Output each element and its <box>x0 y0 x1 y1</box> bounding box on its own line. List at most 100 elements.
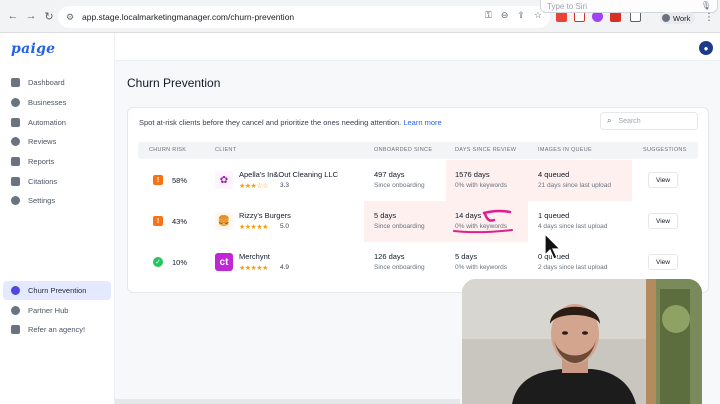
onboarded-days: 126 days <box>374 252 405 261</box>
churn-risk-value: 58% <box>172 176 188 185</box>
grid-icon <box>11 78 20 87</box>
star-rating-icon: ★★★☆☆ <box>239 183 268 190</box>
review-days: 1576 days <box>455 170 490 179</box>
sidebar: paige Dashboard Businesses Automation Re… <box>0 33 115 404</box>
site-info-icon[interactable]: ⚙ <box>64 11 76 23</box>
churn-risk-value: 43% <box>172 217 188 226</box>
map-pin-icon <box>11 177 20 186</box>
profile-avatar <box>662 14 670 22</box>
table-row[interactable]: ! 43% 🍔 Rizzy's Burgers ★★★★★ 5.0 5 days… <box>138 201 698 242</box>
column-header-images-queue[interactable]: IMAGES IN QUEUE <box>538 147 592 153</box>
client-name[interactable]: Rizzy's Burgers <box>239 211 291 220</box>
onboarded-sub: Since onboarding <box>374 223 425 230</box>
mic-icon[interactable]: 🎙 <box>701 1 711 10</box>
sidebar-item-automation[interactable]: Automation <box>3 113 111 132</box>
star-rating-icon: ★★★★★ <box>239 224 268 231</box>
cell-highlight <box>446 160 528 201</box>
review-sub: 0% with keywords <box>455 264 508 271</box>
images-sub: 2 days since last upload <box>538 264 608 271</box>
client-logo: ✿ <box>215 171 233 189</box>
sidebar-item-reports[interactable]: Reports <box>3 152 111 171</box>
url-text: app.stage.localmarketingmanager.com/chur… <box>82 12 295 22</box>
images-sub: 21 days since last upload <box>538 182 611 189</box>
onboarded-sub: Since onboarding <box>374 264 425 271</box>
address-bar[interactable]: ⚙ app.stage.localmarketingmanager.com/ch… <box>58 6 550 28</box>
images-sub: 4 days since last upload <box>538 223 608 230</box>
review-days: 5 days <box>455 252 478 261</box>
share-icon[interactable]: ⇪ <box>517 10 525 21</box>
table-row[interactable]: ! 58% ✿ Apella's In&Out Cleaning LLC ★★★… <box>138 160 698 201</box>
onboarded-days: 497 days <box>374 170 405 179</box>
back-icon[interactable]: ← <box>4 10 22 22</box>
client-logo: 🍔 <box>215 212 233 230</box>
review-days: 14 days <box>455 211 482 220</box>
column-header-churn-risk[interactable]: CHURN RISK <box>149 147 186 153</box>
client-logo: ct <box>215 253 233 271</box>
images-queued: 4 queued <box>538 170 570 179</box>
search-input[interactable]: ⌕ Search <box>600 112 698 130</box>
chart-icon <box>11 157 20 166</box>
password-key-icon[interactable]: ⚿ <box>485 10 492 21</box>
bolt-icon <box>11 118 20 127</box>
column-header-suggestions[interactable]: SUGGESTIONS <box>643 147 687 153</box>
siri-input[interactable]: Type to Siri 🎙 <box>540 0 718 13</box>
column-header-days-since-review[interactable]: DAYS SINCE REVIEW <box>455 147 516 153</box>
presenter-video-frame <box>462 279 702 404</box>
cell-highlight <box>446 201 528 242</box>
bookmark-star-icon[interactable]: ☆ <box>534 10 542 21</box>
table-row[interactable]: ✓ 10% ct Merchynt ★★★★★ 4.9 126 days Sin… <box>138 242 698 283</box>
column-header-onboarded[interactable]: ONBOARDED SINCE <box>374 147 432 153</box>
user-avatar[interactable]: ● <box>699 41 713 55</box>
star-rating-icon: ★★★★★ <box>239 265 268 272</box>
intro-text: Spot at-risk clients before they cancel … <box>139 118 442 127</box>
column-header-client[interactable]: CLIENT <box>215 147 236 153</box>
presenter-webcam <box>462 279 702 404</box>
search-icon: ⌕ <box>607 116 612 125</box>
churn-table-card: Spot at-risk clients before they cancel … <box>127 107 709 293</box>
page-title: Churn Prevention <box>127 76 221 90</box>
chat-icon <box>11 137 20 146</box>
onboarded-days: 5 days <box>374 211 397 220</box>
client-name[interactable]: Merchynt <box>239 252 270 261</box>
zoom-icon[interactable]: ⊖ <box>501 10 509 21</box>
reload-icon[interactable]: ↻ <box>40 10 58 23</box>
x-circle-icon <box>11 286 20 295</box>
rating-value: 4.9 <box>280 264 290 271</box>
review-sub: 0% with keywords <box>455 223 508 230</box>
sidebar-item-refer-agency[interactable]: Refer an agency! <box>3 320 111 339</box>
gear-icon <box>11 196 20 205</box>
sidebar-item-reviews[interactable]: Reviews <box>3 132 111 151</box>
sidebar-item-partner-hub[interactable]: Partner Hub <box>3 301 111 320</box>
warning-icon: ! <box>153 175 163 185</box>
app-logo[interactable]: paige <box>11 41 55 57</box>
bottom-scroll-edge <box>115 399 460 404</box>
shield-icon <box>11 98 20 107</box>
sidebar-item-dashboard[interactable]: Dashboard <box>3 73 111 92</box>
learn-more-link[interactable]: Learn more <box>403 118 441 127</box>
rating-value: 3.3 <box>280 182 290 189</box>
images-queued: 1 queued <box>538 211 570 220</box>
sidebar-item-settings[interactable]: Settings <box>3 191 111 210</box>
onboarded-sub: Since onboarding <box>374 182 425 189</box>
sidebar-item-citations[interactable]: Citations <box>3 172 111 191</box>
warning-icon: ! <box>153 216 163 226</box>
churn-risk-value: 10% <box>172 258 188 267</box>
table-header: CHURN RISK CLIENT ONBOARDED SINCE DAYS S… <box>138 142 698 159</box>
review-sub: 0% with keywords <box>455 182 508 189</box>
megaphone-icon <box>11 325 20 334</box>
browser-menu-icon[interactable]: ⋮ <box>704 12 714 23</box>
profile-button[interactable]: Work <box>660 12 696 24</box>
shield-icon <box>11 306 20 315</box>
sidebar-item-businesses[interactable]: Businesses <box>3 93 111 112</box>
cell-highlight <box>528 160 632 201</box>
view-button[interactable]: View <box>648 213 678 229</box>
sidebar-item-churn-prevention[interactable]: Churn Prevention <box>3 281 111 300</box>
forward-icon[interactable]: → <box>22 10 40 22</box>
check-icon: ✓ <box>153 257 163 267</box>
mouse-cursor-icon <box>544 233 562 260</box>
cell-highlight <box>364 201 446 242</box>
view-button[interactable]: View <box>648 254 678 270</box>
rating-value: 5.0 <box>280 223 290 230</box>
client-name[interactable]: Apella's In&Out Cleaning LLC <box>239 170 338 179</box>
view-button[interactable]: View <box>648 172 678 188</box>
